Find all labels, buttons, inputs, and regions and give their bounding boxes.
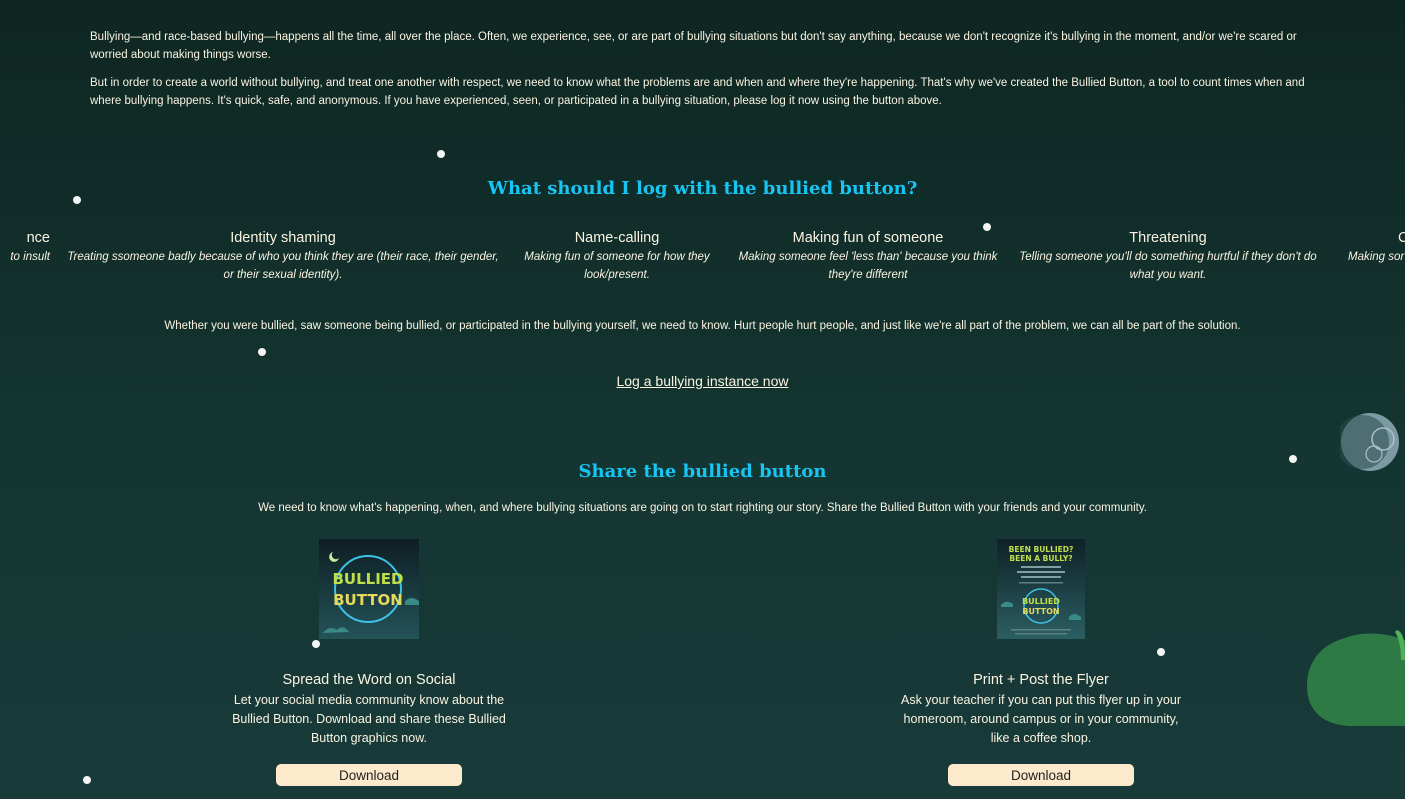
card-description: Let your social media community know abo… [232,693,506,745]
carousel-item-desc: Making sor b [1348,251,1405,263]
thumb-text: BULLIED [1022,597,1060,606]
carousel-item-desc: to insult [10,251,50,263]
download-graphics-button[interactable]: Download [276,764,462,786]
carousel-item-title: C [1398,230,1405,246]
intro-paragraph: Bullying—and race-based bullying—happens… [90,31,1297,61]
share-card-flyer: BEEN BULLIED? BEEN A BULLY? BULLIED BUTT… [901,539,1181,786]
carousel-item: Name-calling Making fun of someone for h… [517,228,717,284]
carousel-item: nce to insult [0,228,50,266]
intro-text: Bullying—and race-based bullying—happens… [90,28,1320,120]
carousel-item-desc: Making someone feel 'less than' because … [738,251,998,281]
download-flyer-button[interactable]: Download [948,764,1134,786]
card-description: Ask your teacher if you can put this fly… [901,693,1181,745]
log-instance-link[interactable]: Log a bullying instance now [616,373,788,389]
share-section-heading: Share the bullied button [578,461,827,482]
intro-paragraph: But in order to create a world without b… [90,77,1305,107]
flyer-thumbnail[interactable]: BEEN BULLIED? BEEN A BULLY? BULLIED BUTT… [997,539,1085,639]
share-card-social: BULLIED BUTTON Spread the Word on Social… [229,539,509,786]
log-section-heading: What should I log with the bullied butto… [487,178,918,199]
cloud-decoration [1307,630,1405,726]
carousel-item-title: Making fun of someone [792,230,944,246]
carousel-item-title: nce [26,230,50,246]
carousel-item-desc: Making fun of someone for how they look/… [524,251,710,281]
star-decoration [258,348,266,356]
carousel-item-title: Name-calling [574,230,660,246]
carousel-item: Identity shaming Treating ssomeone badly… [62,228,504,284]
share-section-intro: We need to know what's happening, when, … [258,502,1147,514]
thumb-text: BUTTON [333,591,403,609]
carousel-item-desc: Telling someone you'll do something hurt… [1019,251,1317,281]
carousel-item: Making fun of someone Making someone fee… [733,228,1003,284]
carousel-item-title: Threatening [1129,230,1207,246]
star-decoration [437,150,445,158]
card-title: Print + Post the Flyer [973,672,1109,688]
bullying-types-carousel[interactable]: nce to insult Identity shaming Treating … [0,228,1405,288]
thumb-text: BEEN A BULLY? [1009,554,1072,563]
thumb-text: BEEN BULLIED? [1009,545,1074,554]
carousel-item-desc: Treating ssomeone badly because of who y… [67,251,499,281]
thumb-text: BUTTON [1022,607,1059,616]
log-section-note: Whether you were bullied, saw someone be… [164,320,1241,332]
carousel-item-title: Identity shaming [230,230,336,246]
carousel-item: Threatening Telling someone you'll do so… [1013,228,1323,284]
thumb-text: BULLIED [332,570,403,588]
card-title: Spread the Word on Social [282,672,456,688]
bullied-button-graphic-thumbnail[interactable]: BULLIED BUTTON [319,539,419,639]
star-decoration [83,776,91,784]
carousel-item: C Making sor b [1348,228,1405,266]
